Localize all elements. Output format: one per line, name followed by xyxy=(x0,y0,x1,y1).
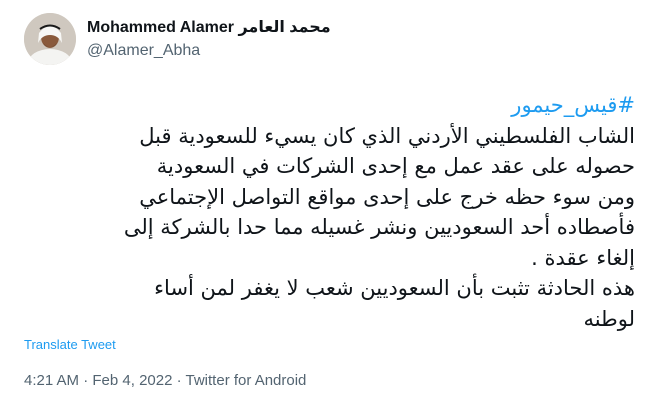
hashtag-link[interactable]: #قيس_حيمور xyxy=(35,90,635,121)
author-handle[interactable]: @Alamer_Abha xyxy=(87,42,200,60)
tweet-text-line: لوطنه xyxy=(583,306,635,331)
author-name-arabic[interactable]: محمد العامر xyxy=(238,19,330,36)
avatar[interactable] xyxy=(24,13,76,65)
tweet-text-line: ومن سوء حظه خرج على إحدى مواقع التواصل ا… xyxy=(139,184,635,209)
author-name-row[interactable]: Mohammed Alamer محمد العامر xyxy=(87,17,331,37)
tweet-text-line: إلغاء عقدة . xyxy=(531,245,635,270)
tweet-date[interactable]: Feb 4, 2022 xyxy=(92,372,172,389)
avatar-image xyxy=(24,13,76,65)
meta-separator: · xyxy=(172,372,186,389)
translate-tweet-link[interactable]: Translate Tweet xyxy=(24,337,116,352)
tweet-text-line: حصوله على عقد عمل مع إحدى الشركات في الس… xyxy=(156,154,635,178)
author-name[interactable]: Mohammed Alamer xyxy=(87,19,234,36)
tweet-text-line: الشاب الفلسطيني الأردني الذي كان يسيء لل… xyxy=(139,123,635,148)
tweet-card: Mohammed Alamer محمد العامر @Alamer_Abha… xyxy=(0,0,667,412)
tweet-metadata: 4:21 AM · Feb 4, 2022 · Twitter for Andr… xyxy=(24,372,306,389)
tweet-text: #قيس_حيمور الشاب الفلسطيني الأردني الذي … xyxy=(35,90,635,334)
tweet-text-line: هذه الحادثة تثبت بأن السعوديين شعب لا يغ… xyxy=(154,276,635,300)
tweet-text-line: فأصطاده أحد السعوديين ونشر غسيله مما حدا… xyxy=(123,215,635,239)
tweet-source[interactable]: Twitter for Android xyxy=(186,372,307,389)
meta-separator: · xyxy=(79,372,93,389)
tweet-time[interactable]: 4:21 AM xyxy=(24,372,79,389)
